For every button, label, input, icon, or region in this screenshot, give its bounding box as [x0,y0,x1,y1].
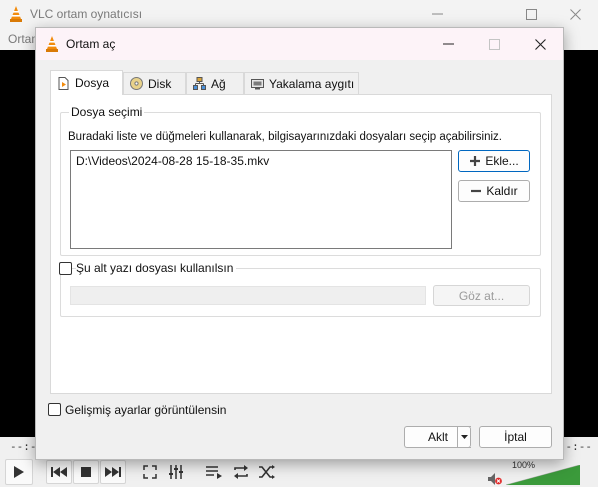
subtitle-checkbox[interactable] [59,262,72,275]
vlc-maximize-button[interactable] [508,0,554,28]
subtitle-checkbox-label: Şu alt yazı dosyası kullanılsın [76,261,237,275]
minimize-icon [442,43,454,45]
plus-icon [470,156,481,166]
stop-button[interactable] [73,460,99,484]
playlist-button[interactable] [201,460,227,484]
subtitle-path-field [70,286,426,305]
shuffle-icon [259,465,275,479]
maximize-icon [488,38,500,50]
next-button[interactable] [100,460,126,484]
capture-device-icon [251,79,264,90]
fullscreen-button[interactable] [137,460,163,484]
network-icon [193,77,206,90]
shuffle-button[interactable] [254,460,280,484]
subtitle-group: Şu alt yazı dosyası kullanılsın Göz at..… [59,261,541,317]
vlc-titlebar: VLC ortam oynatıcısı [0,0,598,28]
minimize-icon [431,13,443,15]
vlc-cone-icon [46,36,58,52]
vlc-close-button[interactable] [552,0,598,28]
play-button[interactable] [5,459,33,485]
playlist-icon [206,466,222,479]
volume-slider[interactable] [506,465,580,485]
equalizer-icon [169,465,183,479]
file-list[interactable]: D:\Videos\2024-08-28 15-18-35.mkv [70,150,452,249]
chevron-down-icon [460,435,468,439]
close-icon [569,8,581,20]
close-icon [534,38,546,50]
dialog-titlebar: Ortam aç [36,28,563,60]
loop-button[interactable] [228,460,254,484]
tab-yakalama-aygiti[interactable]: Yakalama aygıtı [244,72,359,94]
vlc-cone-icon [10,6,22,22]
file-selection-title: Dosya seçimi [69,105,145,119]
remove-file-button[interactable]: Kaldır [458,180,530,202]
browse-subtitle-button: Göz at... [433,285,530,306]
mute-icon[interactable] [488,473,502,485]
maximize-icon [525,8,537,20]
minus-icon [471,189,482,193]
extended-settings-button[interactable] [163,460,189,484]
dialog-close-button[interactable] [517,28,563,60]
file-selection-description: Buradaki liste ve düğmeleri kullanarak, … [68,131,503,143]
tab-ag[interactable]: Ağ [186,72,244,94]
advanced-options-checkbox[interactable] [48,403,61,416]
cancel-button[interactable]: İptal [479,426,552,448]
previous-icon [51,467,67,477]
vlc-window-title: VLC ortam oynatıcısı [30,7,143,21]
vlc-minimize-button[interactable] [414,0,460,28]
add-file-button[interactable]: Ekle... [458,150,530,172]
play-icon [14,466,24,478]
previous-button[interactable] [46,460,72,484]
list-item[interactable]: D:\Videos\2024-08-28 15-18-35.mkv [76,154,269,168]
stop-icon [81,467,91,477]
dialog-title: Ortam aç [66,37,116,51]
next-icon [105,467,121,477]
loop-icon [234,465,248,479]
file-icon [58,76,69,90]
dialog-minimize-button[interactable] [425,28,471,60]
dialog-maximize-button [471,28,517,60]
tab-dosya[interactable]: Dosya [50,70,123,95]
advanced-options-label: Gelişmiş ayarlar görüntülensin [65,403,227,417]
open-media-dialog: Ortam aç Dosya Disk Ağ Yakalama aygıtı D… [35,27,564,460]
disc-icon [130,77,143,90]
open-dropdown-button[interactable] [457,426,471,448]
tab-panel-dosya: Dosya seçimi Buradaki liste ve düğmeleri… [50,94,552,394]
file-selection-group: Dosya seçimi Buradaki liste ve düğmeleri… [60,105,541,256]
fullscreen-icon [143,465,157,479]
tab-disk[interactable]: Disk [123,72,186,94]
